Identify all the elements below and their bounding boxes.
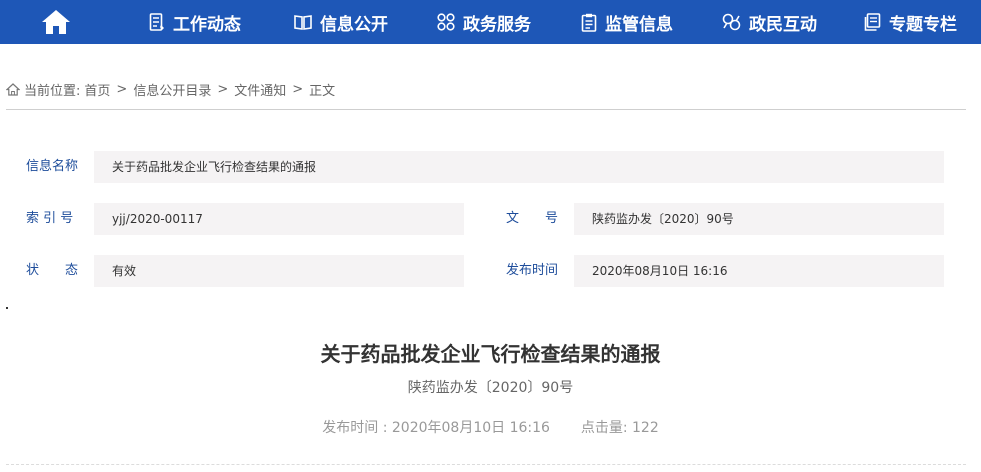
info-name-value: 关于药品批发企业飞行检查结果的通报 — [94, 151, 944, 183]
breadcrumb: 当前位置: 首页 > 信息公开目录 > 文件通知 > 正文 — [6, 80, 336, 99]
info-date-label: 发布时间 — [506, 263, 559, 278]
home-button[interactable] — [38, 7, 74, 37]
view-count-label: 点击量: — [580, 420, 628, 436]
stray-dot — [6, 307, 8, 309]
info-date-value: 2020年08月10日 16:16 — [574, 255, 944, 287]
clipboard-icon — [581, 13, 597, 32]
view-count-value: 122 — [632, 420, 659, 436]
nav-label: 政务服务 — [463, 14, 531, 35]
info-name-label: 信息名称 — [26, 159, 79, 174]
article-title: 关于药品批发企业飞行检查结果的通报 — [320, 342, 661, 366]
content-divider — [6, 464, 966, 465]
info-index-value: yjj/2020-00117 — [94, 203, 464, 235]
breadcrumb-item-current: 正文 — [309, 83, 336, 99]
nav-label: 专题专栏 — [889, 14, 957, 35]
info-docno-value: 陕药监办发〔2020〕90号 — [574, 203, 944, 235]
info-docno-label: 文 号 — [506, 211, 559, 226]
publish-time-value: 2020年08月10日 16:16 — [391, 420, 550, 436]
top-nav-bar: 工作动态 信息公开 政务服务 监管信息 政民互动 专题专栏 — [0, 0, 981, 44]
article-meta: 发布时间 : 2020年08月10日 16:16 点击量: 122 — [0, 417, 981, 437]
nav-label: 监管信息 — [605, 14, 673, 35]
breadcrumb-item-catalog[interactable]: 信息公开目录 — [133, 80, 211, 99]
nav-item-work-news[interactable]: 工作动态 — [149, 0, 241, 44]
nav-item-gov-services[interactable]: 政务服务 — [437, 0, 531, 44]
grid-rings-icon — [437, 13, 455, 31]
home-icon — [42, 10, 70, 34]
nav-item-public-interaction[interactable]: 政民互动 — [722, 0, 817, 44]
home-outline-icon — [6, 82, 20, 96]
document-list-icon — [149, 13, 164, 31]
publish-time-label: 发布时间 : — [322, 420, 388, 436]
nav-item-info-disclosure[interactable]: 信息公开 — [294, 0, 388, 44]
interaction-icon — [722, 13, 741, 31]
breadcrumb-item-home[interactable]: 首页 — [84, 80, 110, 99]
nav-item-supervision-info[interactable]: 监管信息 — [581, 0, 673, 44]
breadcrumb-separator: > — [292, 81, 304, 97]
nav-label: 工作动态 — [173, 14, 241, 35]
nav-item-special-topics[interactable]: 专题专栏 — [864, 0, 957, 44]
article-doc-number: 陕药监办发〔2020〕90号 — [407, 380, 574, 396]
breadcrumb-separator: > — [217, 81, 229, 97]
breadcrumb-separator: > — [116, 81, 128, 97]
info-index-label: 索 引 号 — [26, 211, 74, 226]
breadcrumb-item-notices[interactable]: 文件通知 — [234, 80, 286, 99]
open-book-icon — [294, 15, 312, 30]
breadcrumb-prefix: 当前位置: — [24, 83, 81, 99]
info-status-label: 状 态 — [26, 263, 79, 278]
breadcrumb-divider — [6, 109, 966, 110]
nav-label: 信息公开 — [320, 14, 388, 35]
file-stack-icon — [864, 13, 881, 31]
info-status-value: 有效 — [94, 255, 464, 287]
nav-label: 政民互动 — [749, 14, 817, 35]
